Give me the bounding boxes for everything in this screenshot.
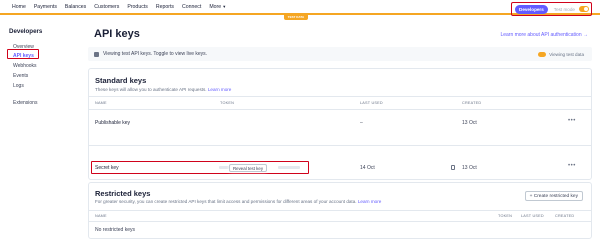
col-token: TOKEN (220, 101, 235, 105)
col-created: CREATED (462, 101, 482, 105)
standard-keys-title: Standard keys (95, 76, 147, 85)
secret-created: 13 Oct (462, 165, 477, 171)
nav-reports[interactable]: Reports (156, 4, 174, 10)
more-options-icon[interactable]: ••• (568, 118, 576, 124)
sidebar-item-extensions[interactable]: Extensions (13, 100, 37, 106)
sidebar-item-api-keys[interactable]: API keys (13, 53, 34, 59)
divider (89, 145, 591, 146)
standard-keys-subtitle: These keys will allow you to authenticat… (95, 87, 231, 92)
col-name: NAME (95, 101, 107, 105)
developers-button[interactable]: Developers (515, 4, 548, 14)
developer-mode-controls: Developers Test mode (511, 2, 592, 16)
sidebar-title: Developers (9, 28, 43, 35)
banner-toggle-label: Viewing test data (549, 51, 584, 57)
nav-more-label: More (209, 3, 222, 10)
create-restricted-key-button[interactable]: + Create restricted key (524, 191, 583, 201)
divider (89, 221, 591, 222)
top-nav: Home Payments Balances Customers Product… (0, 0, 600, 15)
toggle-knob (583, 7, 588, 11)
secret-key-highlight (91, 161, 309, 174)
nav-balances[interactable]: Balances (65, 4, 86, 10)
publishable-last-used: – (360, 120, 363, 126)
standard-keys-desc: These keys will allow you to authenticat… (95, 87, 207, 92)
view-test-data-toggle[interactable] (538, 51, 547, 57)
nav-connect[interactable]: Connect (182, 4, 201, 10)
page-title: API keys (94, 28, 140, 40)
col-last-used: LAST USED (360, 101, 383, 105)
empty-state-text: No restricted keys (95, 227, 136, 233)
secret-last-used: 14 Oct (360, 165, 375, 171)
masked-token (219, 166, 229, 169)
more-options-icon[interactable]: ••• (568, 163, 576, 169)
divider (89, 109, 591, 110)
secret-key-name: Secret key (95, 165, 119, 171)
nav-more[interactable]: More ▾ (209, 4, 225, 10)
restricted-keys-card: Restricted keys For greater security, yo… (88, 182, 592, 239)
banner-text: Viewing test API keys. Toggle to view li… (103, 51, 208, 57)
col-last-used: LAST USED (521, 214, 544, 218)
col-token: TOKEN (498, 214, 513, 218)
test-mode-label: Test mode (553, 6, 575, 12)
sidebar-item-webhooks[interactable]: Webhooks (13, 63, 37, 69)
col-created: CREATED (555, 214, 575, 218)
col-name: NAME (95, 214, 107, 218)
masked-token (278, 166, 300, 169)
copy-icon[interactable] (451, 165, 455, 170)
learn-more-auth-link[interactable]: Learn more about API authentication → (500, 32, 588, 38)
test-data-badge: TEST DATA (284, 15, 308, 20)
test-keys-banner: Viewing test API keys. Toggle to view li… (88, 47, 592, 61)
restricted-learn-more-link[interactable]: Learn more (358, 199, 382, 204)
restricted-keys-desc: For greater security, you can create res… (95, 199, 357, 204)
restricted-keys-title: Restricted keys (95, 189, 151, 198)
chevron-down-icon: ▾ (223, 3, 226, 9)
publishable-key-name: Publishable key (95, 120, 131, 126)
sidebar-item-events[interactable]: Events (13, 73, 28, 79)
nav-home[interactable]: Home (12, 4, 26, 10)
nav-customers[interactable]: Customers (94, 4, 119, 10)
reveal-test-key-button[interactable]: Reveal test key (229, 164, 268, 172)
banner-toggle-group[interactable]: Viewing test data (538, 51, 584, 57)
test-mode-toggle[interactable] (578, 6, 589, 12)
divider (89, 210, 591, 211)
nav-products[interactable]: Products (127, 4, 147, 10)
info-icon (94, 51, 99, 57)
nav-payments[interactable]: Payments (34, 4, 57, 10)
sidebar-item-logs[interactable]: Logs (13, 83, 24, 89)
restricted-keys-subtitle: For greater security, you can create res… (95, 199, 381, 204)
divider (89, 96, 591, 97)
sidebar: Developers Overview API keys Webhooks Ev… (0, 22, 80, 229)
standard-keys-card: Standard keys These keys will allow you … (88, 68, 592, 180)
publishable-created: 13 Oct (462, 120, 477, 126)
standard-learn-more-link[interactable]: Learn more (208, 87, 232, 92)
